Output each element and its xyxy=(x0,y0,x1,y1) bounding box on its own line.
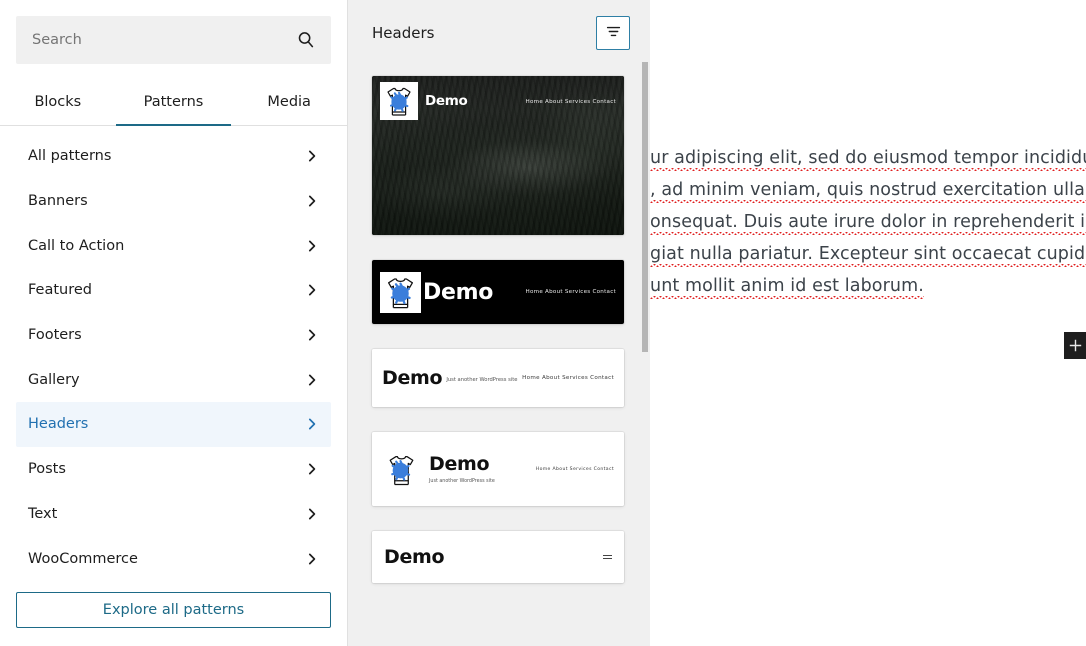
sidebar-item-label: Text xyxy=(28,505,58,522)
sidebar-item-all-patterns[interactable]: All patterns xyxy=(16,134,331,179)
explore-section: Explore all patterns xyxy=(0,579,347,646)
sidebar-item-posts[interactable]: Posts xyxy=(16,447,331,492)
sidebar-item-banners[interactable]: Banners xyxy=(16,179,331,224)
chevron-right-icon xyxy=(305,373,319,387)
editor-window: ur adipiscing elit, sed do eiusmod tempo… xyxy=(0,0,1086,646)
sidebar-item-text[interactable]: Text xyxy=(16,492,331,537)
menu-icon xyxy=(603,555,612,559)
pattern-preview-white-menu: Demo xyxy=(372,531,624,583)
pattern-card[interactable]: Demo Home About Services Contact xyxy=(372,76,624,235)
plus-icon xyxy=(1068,338,1083,353)
tab-media-label: Media xyxy=(267,94,311,110)
pattern-card[interactable]: Demo xyxy=(372,531,624,583)
pattern-brand: Demo xyxy=(425,93,468,109)
pattern-card[interactable]: Demo Just another WordPress site Home Ab… xyxy=(372,349,624,407)
chevron-right-icon xyxy=(305,417,319,431)
patterns-panel-title: Headers xyxy=(372,24,435,42)
pattern-brand: Demo xyxy=(384,546,445,568)
sidebar-item-headers[interactable]: Headers xyxy=(16,402,331,447)
pattern-brand: Demo xyxy=(429,453,490,475)
explore-all-patterns-label: Explore all patterns xyxy=(102,602,245,618)
paragraph-line: unt mollit anim id est laborum. xyxy=(650,270,1080,302)
paragraph-line-text: giat nulla pariatur. Excepteur sint occa… xyxy=(650,244,1086,267)
filter-icon xyxy=(605,23,622,43)
patterns-panel-header: Headers xyxy=(348,0,650,66)
pattern-brand: Demo xyxy=(382,367,443,389)
sidebar-item-gallery[interactable]: Gallery xyxy=(16,357,331,402)
sidebar-item-label: All patterns xyxy=(28,148,112,165)
sidebar-item-footers[interactable]: Footers xyxy=(16,313,331,358)
tshirt-splat-logo-icon xyxy=(382,446,421,492)
tab-patterns[interactable]: Patterns xyxy=(115,79,232,126)
tab-blocks-label: Blocks xyxy=(34,94,82,110)
paragraph-line: ur adipiscing elit, sed do eiusmod tempo… xyxy=(650,142,1086,174)
pattern-tagline: Just another WordPress site xyxy=(446,376,518,383)
inserter-tabs: Blocks Patterns Media xyxy=(0,79,347,126)
chevron-right-icon xyxy=(305,283,319,297)
document-paragraph-block[interactable]: ur adipiscing elit, sed do eiusmod tempo… xyxy=(650,142,1086,302)
tshirt-splat-logo-icon xyxy=(380,82,418,120)
inserter-sidebar: Blocks Patterns Media All patterns Banne… xyxy=(0,0,348,646)
tab-blocks[interactable]: Blocks xyxy=(0,79,116,125)
paragraph-line: giat nulla pariatur. Excepteur sint occa… xyxy=(650,238,1086,270)
search-icon[interactable] xyxy=(295,29,317,51)
pattern-brand: Demo xyxy=(423,279,494,305)
sidebar-item-label: Posts xyxy=(28,461,66,478)
sidebar-item-label: Call to Action xyxy=(28,237,125,254)
paragraph-line-text: , ad minim veniam, quis nostrud exercita… xyxy=(650,180,1086,203)
sidebar-item-call-to-action[interactable]: Call to Action xyxy=(16,223,331,268)
paragraph-line-text: ur adipiscing elit, sed do eiusmod tempo… xyxy=(650,148,1086,171)
paragraph-line: onsequat. Duis aute irure dolor in repre… xyxy=(650,206,1086,238)
chevron-right-icon xyxy=(305,507,319,521)
search-section xyxy=(0,0,347,64)
tshirt-splat-logo-icon xyxy=(380,271,421,313)
sidebar-item-label: Banners xyxy=(28,193,88,210)
pattern-preview-white-logo: Demo Just another WordPress site Home Ab… xyxy=(372,432,624,506)
explore-all-patterns-button[interactable]: Explore all patterns xyxy=(16,592,331,628)
pattern-nav-links: Home About Services Contact xyxy=(525,289,616,295)
paragraph-line-text: unt mollit anim id est laborum. xyxy=(650,276,924,299)
pattern-card[interactable]: Demo Home About Services Contact xyxy=(372,260,624,324)
chevron-right-icon xyxy=(305,462,319,476)
filter-button[interactable] xyxy=(596,16,630,50)
patterns-scrollbar-thumb[interactable] xyxy=(642,62,648,352)
chevron-right-icon xyxy=(305,194,319,208)
block-inserter-button[interactable] xyxy=(1064,332,1086,359)
pattern-nav-links: Home About Services Contact xyxy=(525,99,616,105)
sidebar-item-label: Gallery xyxy=(28,371,80,388)
sidebar-item-featured[interactable]: Featured xyxy=(16,268,331,313)
pattern-header-bar: Demo Home About Services Contact xyxy=(372,76,624,126)
sidebar-item-label: WooCommerce xyxy=(28,550,138,567)
paragraph-line: , ad minim veniam, quis nostrud exercita… xyxy=(650,174,1086,206)
tab-patterns-label: Patterns xyxy=(143,94,204,110)
pattern-nav-links: Home About Services Contact xyxy=(535,466,614,472)
patterns-scroll-area[interactable]: Demo Home About Services Contact Demo Ho… xyxy=(348,66,650,646)
pattern-tagline: Just another WordPress site xyxy=(429,479,495,484)
paragraph-line-text: onsequat. Duis aute irure dolor in repre… xyxy=(650,212,1086,235)
sidebar-item-label: Featured xyxy=(28,282,92,299)
search-input[interactable] xyxy=(16,16,331,64)
chevron-right-icon xyxy=(305,328,319,342)
sidebar-item-label: Footers xyxy=(28,327,82,344)
sidebar-item-woocommerce[interactable]: WooCommerce xyxy=(16,536,331,579)
pattern-category-list: All patterns Banners Call to Action Feat… xyxy=(0,126,347,579)
tab-media[interactable]: Media xyxy=(231,79,347,125)
pattern-preview-black-bar: Demo Home About Services Contact xyxy=(372,260,624,324)
chevron-right-icon xyxy=(305,239,319,253)
pattern-nav-links: Home About Services Contact xyxy=(522,375,614,381)
search-box[interactable] xyxy=(16,16,331,64)
patterns-preview-panel: Headers Demo Home About Services Contact… xyxy=(348,0,650,646)
pattern-preview-white-tagline: Demo Just another WordPress site Home Ab… xyxy=(372,349,624,407)
pattern-card[interactable]: Demo Just another WordPress site Home Ab… xyxy=(372,432,624,506)
sidebar-item-label: Headers xyxy=(28,416,89,433)
chevron-right-icon xyxy=(305,552,319,566)
pattern-preview-image-dark: Demo Home About Services Contact xyxy=(372,76,624,235)
chevron-right-icon xyxy=(305,149,319,163)
